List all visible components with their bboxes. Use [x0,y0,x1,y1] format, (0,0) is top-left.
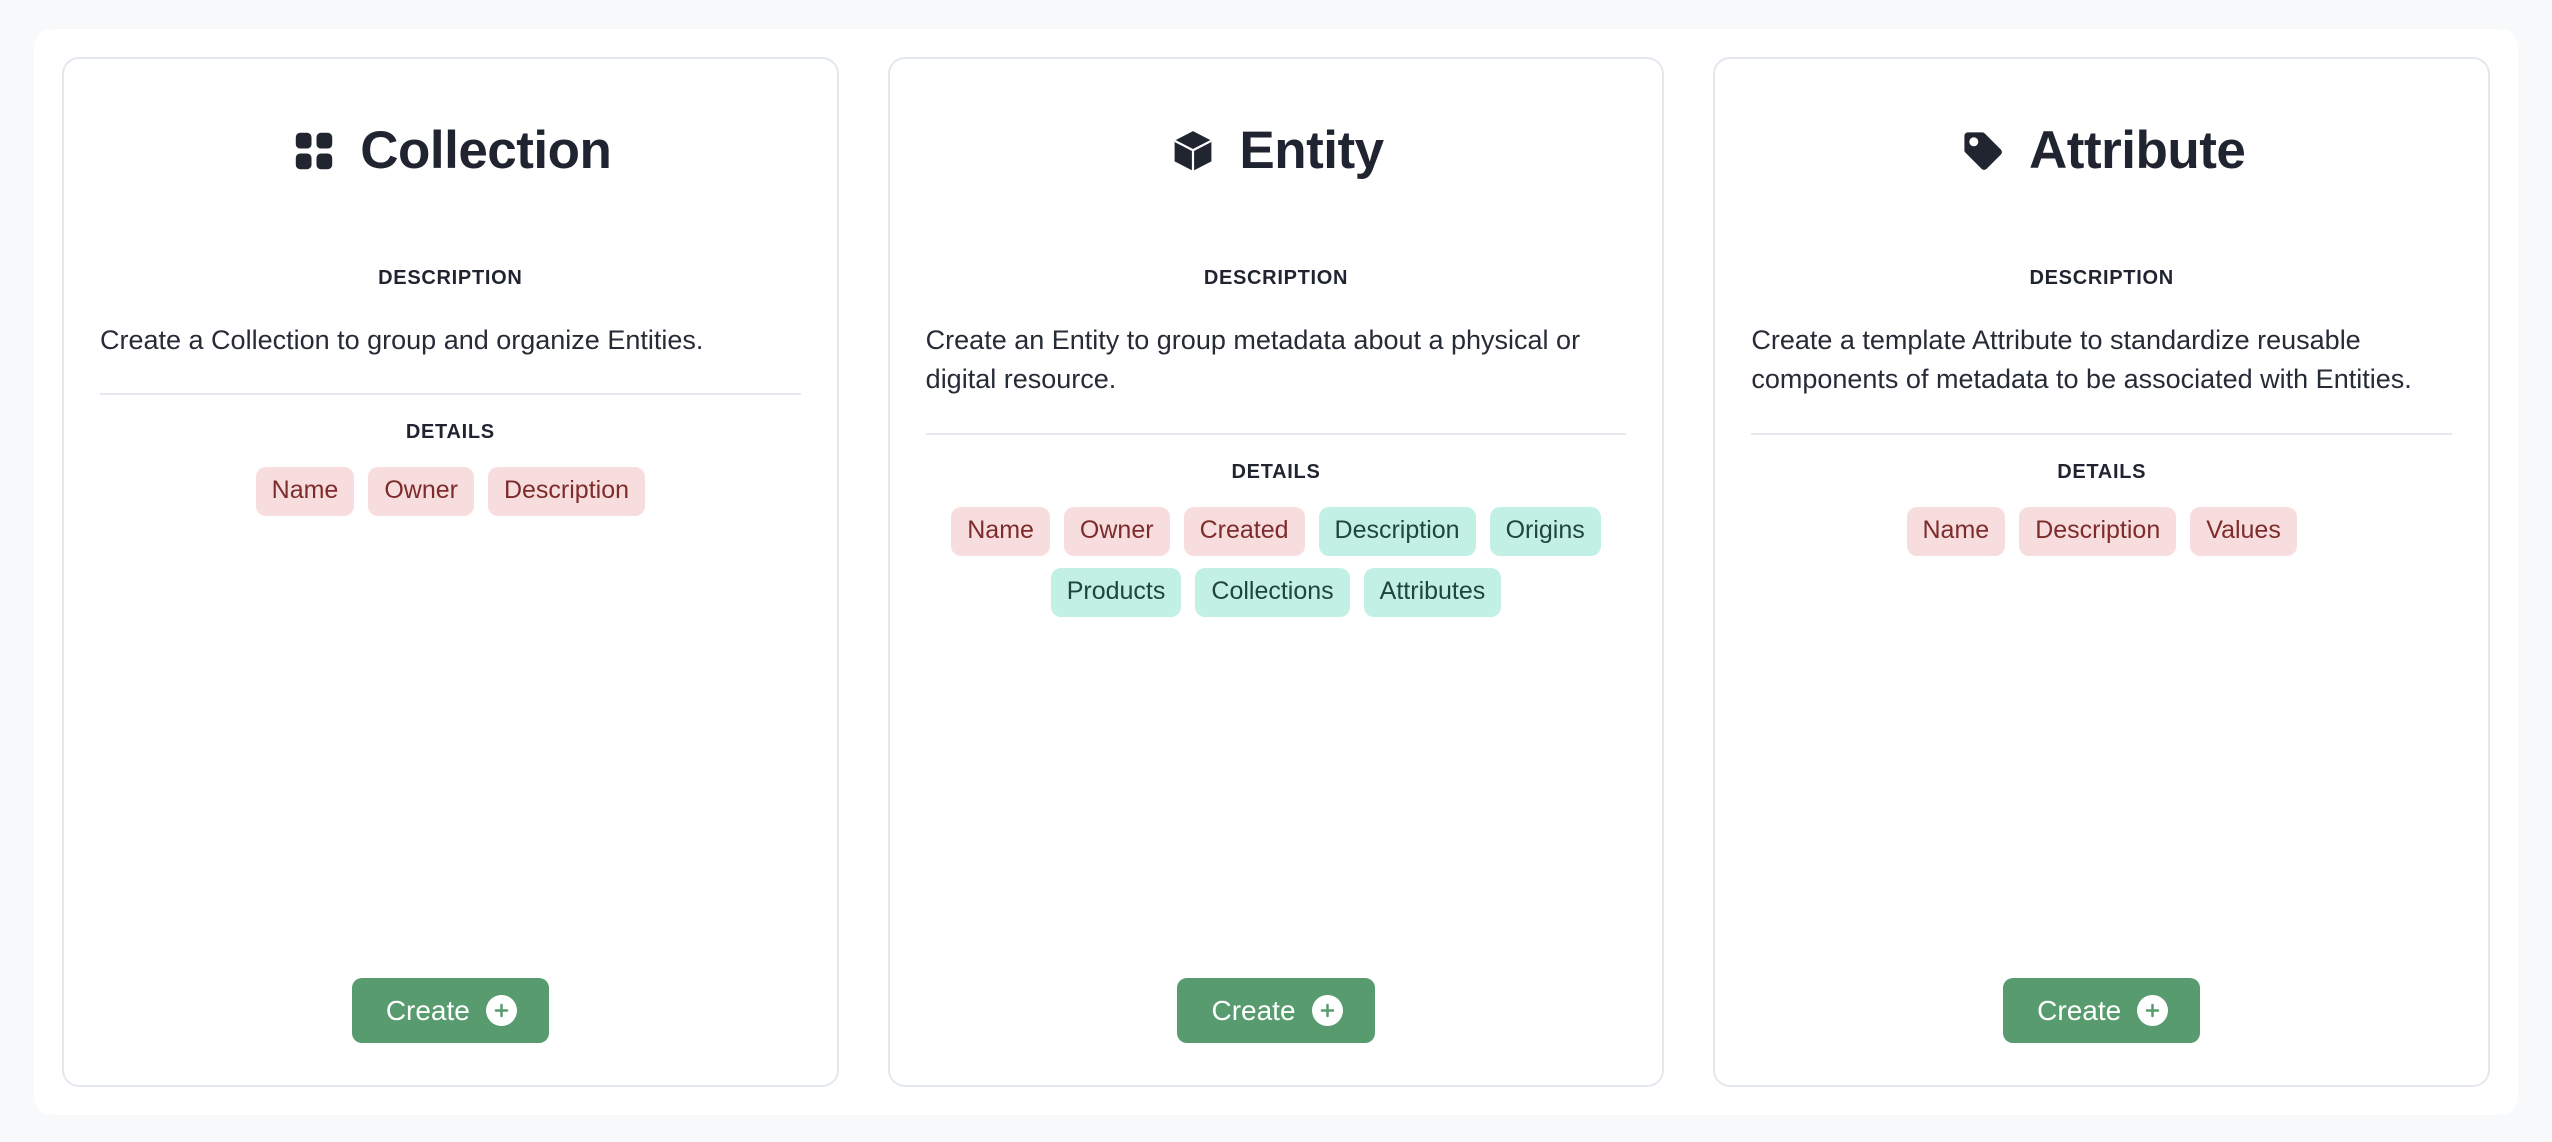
details-heading: DETAILS [2057,460,2147,483]
detail-tag: Owner [368,467,474,517]
details-tag-list: Name Owner Created Description Origins P… [926,506,1627,617]
detail-tag: Name [1906,506,2006,556]
card-attribute-title: Attribute [2029,121,2246,181]
create-collection-button[interactable]: Create [351,978,549,1043]
detail-tag: Owner [1063,506,1170,556]
detail-tag: Products [1050,567,1182,617]
card-attribute-footer: Create [1751,978,2452,1047]
create-button-label: Create [385,994,470,1026]
detail-tag: Description [487,467,646,517]
detail-tag: Name [255,467,355,517]
detail-tag: Description [1318,506,1476,556]
description-text: Create an Entity to group metadata about… [925,325,1581,395]
details-tag-list: Name Owner Description [100,467,801,517]
page-root: Collection DESCRIPTION Create a Collecti… [0,0,2552,1142]
description-text: Create a template Attribute to standardi… [1751,325,2412,395]
create-button-label: Create [1211,994,1296,1026]
create-button-label: Create [2037,994,2122,1026]
card-attribute-header: Attribute [1751,115,2452,187]
tag-icon [1958,126,2008,176]
description-text: Create a Collection to group and organiz… [100,325,704,355]
card-collection-footer: Create [100,978,801,1047]
card-collection-title: Collection [360,121,612,181]
detail-tag: Attributes [1363,567,1502,617]
card-collection: Collection DESCRIPTION Create a Collecti… [62,57,839,1087]
card-attribute: Attribute DESCRIPTION Create a template … [1713,57,2491,1087]
detail-tag: Origins [1489,506,1601,556]
divider [925,432,1627,435]
detail-tag: Created [1183,506,1305,556]
card-entity-footer: Create [926,978,1627,1047]
plus-circle-icon [1311,995,1343,1026]
create-entity-button[interactable]: Create [1177,978,1375,1043]
detail-tag: Name [951,506,1050,556]
divider [100,393,801,396]
card-entity-header: Entity [926,115,1627,187]
description-heading: DESCRIPTION [2029,267,2174,289]
detail-tag: Values [2190,506,2297,556]
details-heading: DETAILS [405,421,495,444]
card-entity: Entity DESCRIPTION Create an Entity to g… [887,57,1665,1087]
grid-icon [289,126,339,176]
cards-panel: Collection DESCRIPTION Create a Collecti… [34,29,2518,1115]
description-heading: DESCRIPTION [378,267,523,289]
card-collection-header: Collection [100,115,801,187]
divider [1751,432,2453,435]
details-heading: DETAILS [1231,460,1321,483]
detail-tag: Description [2019,506,2177,556]
create-attribute-button[interactable]: Create [2003,978,2201,1043]
plus-circle-icon [485,995,517,1026]
cube-icon [1168,126,1218,176]
card-grid: Collection DESCRIPTION Create a Collecti… [62,57,2491,1087]
card-entity-title: Entity [1239,121,1384,181]
plus-circle-icon [2137,995,2169,1026]
details-tag-list: Name Description Values [1751,506,2452,556]
description-heading: DESCRIPTION [1203,267,1349,289]
detail-tag: Collections [1195,567,1350,617]
